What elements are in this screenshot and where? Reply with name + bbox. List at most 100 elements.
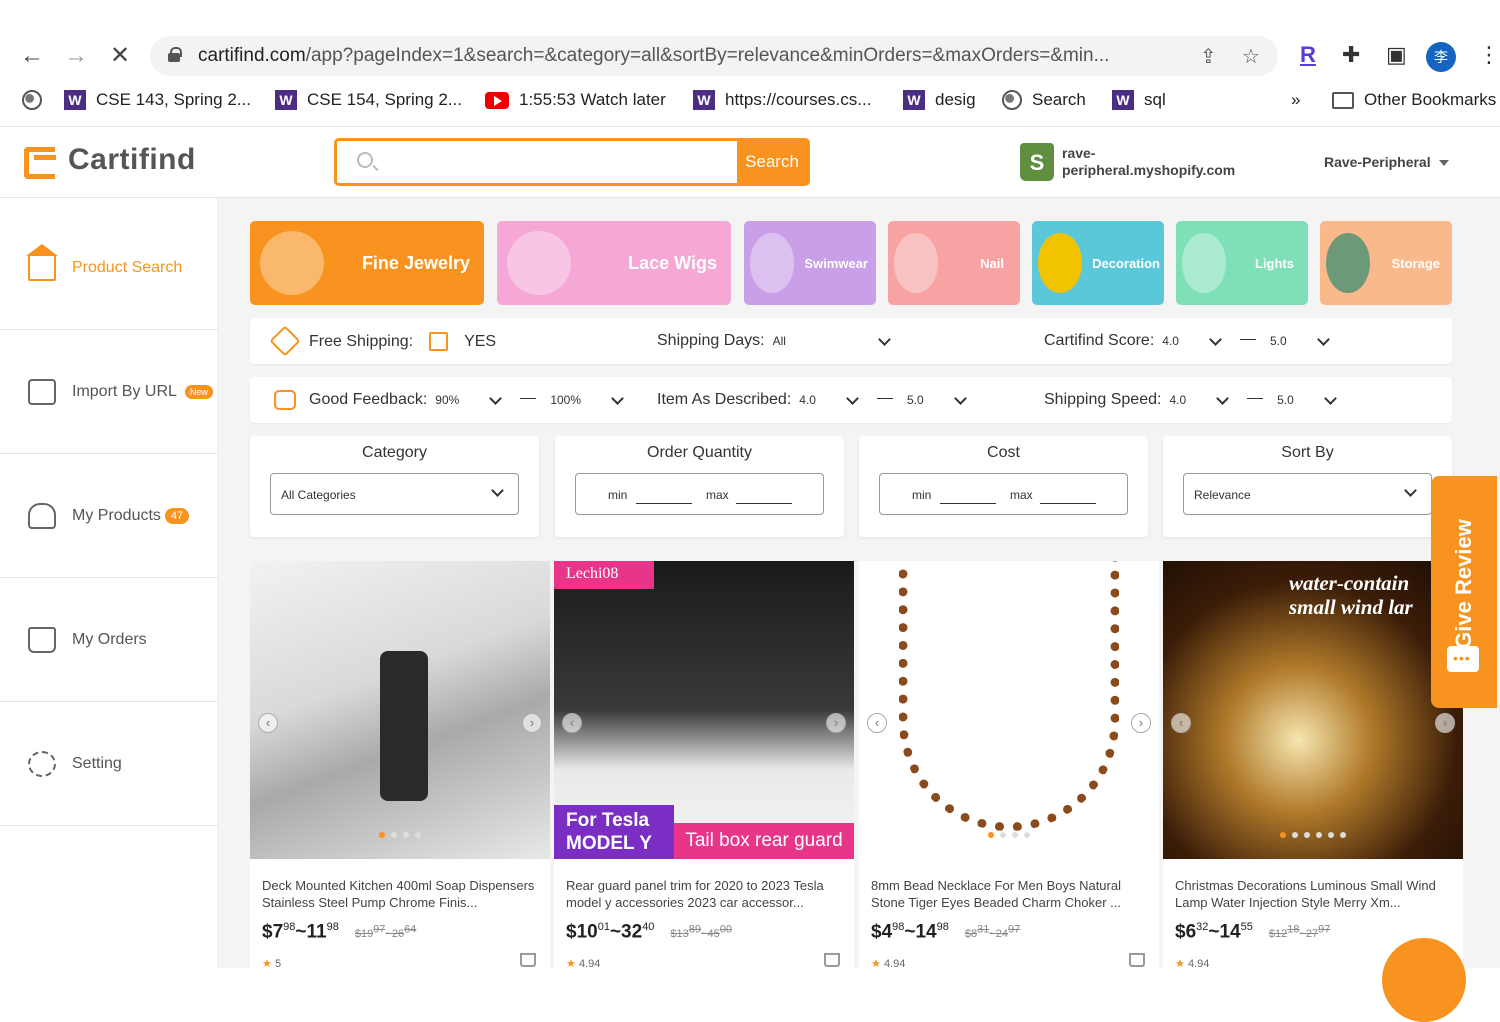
- shop-domain-line2: peripheral.myshopify.com: [1062, 162, 1236, 178]
- chevron-down-icon[interactable]: [953, 391, 967, 405]
- extensions-puzzle-icon[interactable]: ✚: [1342, 42, 1360, 68]
- free-shipping-checkbox[interactable]: [429, 332, 449, 351]
- bookmark-courses[interactable]: Whttps://courses.cs...: [693, 90, 871, 110]
- give-review-tab[interactable]: Give Review: [1431, 476, 1497, 708]
- chevron-right-icon[interactable]: ›: [522, 713, 542, 733]
- browser-toolbar: ← → ✕ cartifind.com/app?pageIndex=1&sear…: [0, 30, 1500, 82]
- chevron-down-icon[interactable]: [1216, 391, 1229, 405]
- cartifind-score-min[interactable]: 4.0: [1162, 334, 1179, 348]
- chat-launcher-button[interactable]: [1382, 938, 1466, 1022]
- extension-r-icon[interactable]: R: [1300, 42, 1316, 68]
- shipping-speed-max[interactable]: 5.0: [1277, 393, 1294, 407]
- category-tile-lights[interactable]: Lights: [1176, 221, 1308, 305]
- chevron-down-icon[interactable]: [1209, 332, 1222, 346]
- lock-icon[interactable]: [168, 47, 182, 63]
- bookmark-search[interactable]: Search: [1002, 90, 1086, 110]
- cartifind-logo[interactable]: Cartifind: [24, 143, 196, 179]
- stop-loading-icon[interactable]: ✕: [106, 42, 134, 70]
- sidebar-item-import-by-url[interactable]: Import By URL New: [0, 330, 218, 454]
- category-tile-nail[interactable]: Nail: [888, 221, 1020, 305]
- product-rating: ★ 4.94: [871, 958, 906, 968]
- cart-icon[interactable]: [520, 953, 536, 967]
- category-tile-fine-jewelry[interactable]: Fine Jewelry: [250, 221, 484, 305]
- cart-icon[interactable]: [824, 953, 840, 967]
- chevron-down-icon[interactable]: [611, 391, 624, 405]
- apps-globe-icon[interactable]: [22, 90, 42, 110]
- chevron-down-icon[interactable]: [846, 391, 859, 405]
- search-input[interactable]: [385, 149, 735, 175]
- address-bar[interactable]: cartifind.com/app?pageIndex=1&search=&ca…: [150, 36, 1278, 76]
- product-card[interactable]: ‹ › Deck Mounted Kitchen 400ml Soap Disp…: [250, 561, 550, 968]
- bookmark-star-icon[interactable]: ☆: [1242, 44, 1260, 69]
- chat-bubble-icon: [1447, 646, 1479, 672]
- sidebar-item-my-products[interactable]: My Products 47: [0, 454, 218, 578]
- cart-icon[interactable]: [1129, 953, 1145, 967]
- chevron-left-icon[interactable]: ‹: [867, 713, 887, 733]
- chevron-right-icon[interactable]: ›: [1435, 713, 1455, 733]
- good-feedback-min[interactable]: 90%: [435, 393, 459, 407]
- sidebar-item-my-orders[interactable]: My Orders: [0, 578, 218, 702]
- chevron-down-icon[interactable]: [1323, 391, 1337, 405]
- side-panel-icon[interactable]: ▣: [1386, 42, 1407, 68]
- product-search-box: Search: [334, 138, 810, 186]
- cartifind-score-max[interactable]: 5.0: [1270, 334, 1287, 348]
- product-overlay-caption: Tail box rear guard: [674, 823, 854, 859]
- product-card[interactable]: water-contain small wind lar ‹ › Christma…: [1163, 561, 1463, 968]
- bookmark-watch-later[interactable]: 1:55:53 Watch later: [485, 90, 666, 110]
- original-price: $1389~4500: [670, 923, 732, 941]
- product-title[interactable]: 8mm Bead Necklace For Men Boys Natural S…: [871, 877, 1147, 911]
- product-image[interactable]: ‹ ›: [250, 561, 550, 859]
- cartifind-score-filter: Cartifind Score: 4.0 5.0: [1044, 332, 1340, 350]
- cost-max-input[interactable]: [1040, 503, 1096, 504]
- bookmarks-overflow[interactable]: »: [1291, 90, 1300, 110]
- product-title[interactable]: Rear guard panel trim for 2020 to 2023 T…: [566, 877, 842, 911]
- browser-menu-icon[interactable]: ⋮: [1478, 42, 1500, 68]
- search-button[interactable]: Search: [737, 141, 807, 183]
- store-dropdown[interactable]: Rave-Peripheral: [1324, 154, 1449, 170]
- category-select[interactable]: All Categories: [270, 473, 519, 515]
- order-quantity-max-input[interactable]: [736, 503, 792, 504]
- order-quantity-min-input[interactable]: [636, 503, 692, 504]
- chevron-left-icon[interactable]: ‹: [258, 713, 278, 733]
- swimsuit-icon: [750, 233, 794, 293]
- chevron-down-icon[interactable]: [489, 391, 503, 405]
- category-tile-lace-wigs[interactable]: Lace Wigs: [497, 221, 731, 305]
- bookmark-desig[interactable]: Wdesig: [903, 90, 976, 110]
- chevron-left-icon[interactable]: ‹: [562, 713, 582, 733]
- item-as-described-min[interactable]: 4.0: [799, 393, 816, 407]
- shipping-speed-min[interactable]: 4.0: [1169, 393, 1186, 407]
- bookmark-cse143[interactable]: W CSE 143, Spring 2...: [64, 90, 251, 110]
- share-icon[interactable]: ⇪: [1200, 44, 1217, 69]
- url-text[interactable]: cartifind.com/app?pageIndex=1&search=&ca…: [198, 45, 1198, 67]
- product-title[interactable]: Deck Mounted Kitchen 400ml Soap Dispense…: [262, 877, 538, 911]
- chevron-right-icon[interactable]: ›: [826, 713, 846, 733]
- category-panel: Category All Categories: [250, 436, 539, 537]
- shipping-days-filter[interactable]: Shipping Days: All: [657, 332, 901, 350]
- sidebar-item-setting[interactable]: Setting: [0, 702, 218, 826]
- sort-by-select[interactable]: Relevance: [1183, 473, 1432, 515]
- item-as-described-max[interactable]: 5.0: [907, 393, 924, 407]
- bookmark-cse154[interactable]: W CSE 154, Spring 2...: [275, 90, 462, 110]
- product-card[interactable]: ‹ › 8mm Bead Necklace For Men Boys Natur…: [859, 561, 1159, 968]
- product-image[interactable]: ‹ ›: [859, 561, 1159, 859]
- category-tile-decoration[interactable]: Decoration: [1032, 221, 1164, 305]
- bookmark-sql[interactable]: Wsql: [1112, 90, 1166, 110]
- product-card[interactable]: Lechi08 For Tesla MODEL Y Tail box rear g…: [554, 561, 854, 968]
- folder-icon: [1332, 91, 1354, 109]
- product-image[interactable]: Lechi08 For Tesla MODEL Y Tail box rear g…: [554, 561, 854, 859]
- profile-avatar[interactable]: 李: [1426, 42, 1456, 72]
- sidebar-item-product-search[interactable]: Product Search: [0, 206, 218, 330]
- chevron-down-icon[interactable]: [1316, 332, 1330, 346]
- other-bookmarks[interactable]: Other Bookmarks: [1332, 90, 1496, 110]
- forward-icon[interactable]: →: [62, 42, 90, 70]
- chevron-right-icon[interactable]: ›: [1131, 713, 1151, 733]
- category-tile-storage[interactable]: Storage: [1320, 221, 1452, 305]
- product-title[interactable]: Christmas Decorations Luminous Small Win…: [1175, 877, 1451, 911]
- product-image[interactable]: water-contain small wind lar ‹ ›: [1163, 561, 1463, 859]
- cost-min-input[interactable]: [940, 503, 996, 504]
- feedback-icon: [274, 390, 296, 410]
- back-icon[interactable]: ←: [18, 42, 46, 70]
- good-feedback-max[interactable]: 100%: [550, 393, 581, 407]
- category-tile-swimwear[interactable]: Swimwear: [744, 221, 876, 305]
- chevron-left-icon[interactable]: ‹: [1171, 713, 1191, 733]
